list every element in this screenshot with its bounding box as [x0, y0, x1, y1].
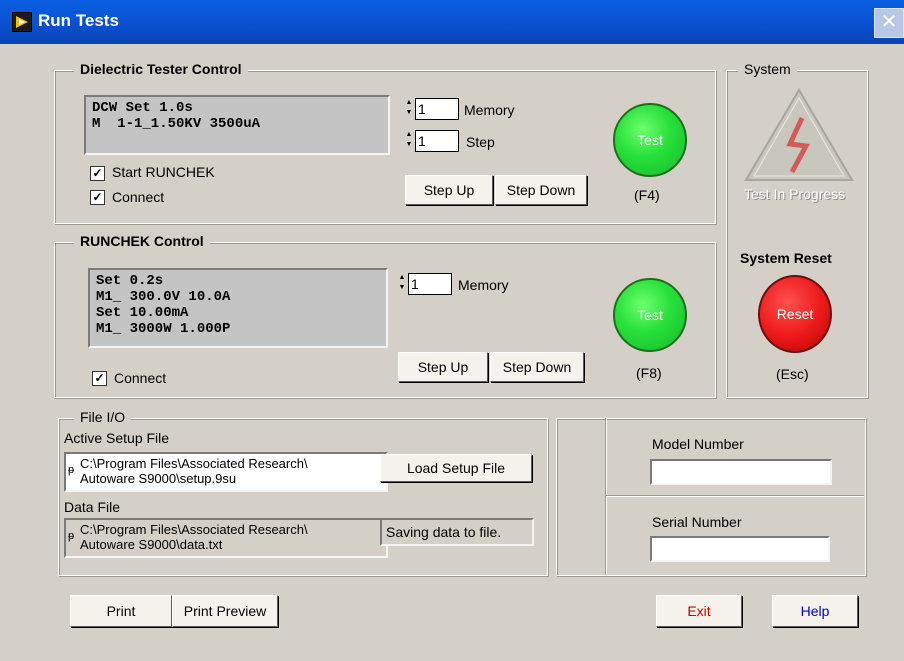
system-title: System [738, 61, 797, 77]
dielectric-display-line1: DCW Set 1.0s [92, 100, 193, 116]
runchek-test-button[interactable]: Test [613, 278, 687, 352]
system-reset-hotkey: (Esc) [776, 366, 809, 382]
run-tests-window: Run Tests ✕ Dielectric Tester Control DC… [0, 0, 904, 661]
system-reset-button[interactable]: Reset [758, 275, 832, 353]
data-file-field: ᵽ C:\Program Files\Associated Research\ … [64, 518, 388, 558]
setup-path-line1: C:\Program Files\Associated Research\ [80, 456, 308, 471]
model-number-label: Model Number [652, 436, 744, 452]
data-file-label: Data File [64, 499, 121, 515]
test-in-progress-label: Test In Progress [744, 186, 846, 202]
serial-number-label: Serial Number [652, 514, 742, 530]
dielectric-memory-spinner[interactable]: ▲ ▼ 1 [405, 98, 459, 120]
dielectric-step-down-button[interactable]: Step Down [495, 175, 587, 205]
setup-path-line2: Autoware S9000\setup.9su [80, 471, 237, 486]
runchek-display-line1: Set 0.2s [96, 273, 164, 289]
model-serial-divider-h [606, 496, 864, 497]
print-preview-button[interactable]: Print Preview [172, 595, 278, 627]
file-io-title: File I/O [74, 409, 132, 425]
runchek-display-line4: M1_ 3000W 1.000P [96, 321, 231, 337]
data-path-line2: Autoware S9000\data.txt [80, 537, 223, 552]
load-setup-file-button[interactable]: Load Setup File [380, 454, 532, 482]
runchek-memory-label: Memory [458, 277, 509, 293]
dielectric-test-hotkey: (F4) [634, 187, 660, 203]
dielectric-step-input[interactable]: 1 [415, 130, 459, 152]
runchek-title: RUNCHEK Control [74, 233, 210, 249]
runchek-step-up-button[interactable]: Step Up [398, 352, 488, 382]
dielectric-memory-label: Memory [464, 102, 515, 118]
serial-number-input[interactable] [650, 536, 830, 562]
spin-arrows-icon[interactable]: ▲ ▼ [398, 273, 406, 295]
path-icon: ᵽ [68, 464, 75, 476]
dielectric-step-spinner[interactable]: ▲ ▼ 1 [405, 130, 459, 152]
data-path-line1: C:\Program Files\Associated Research\ [80, 522, 308, 537]
app-icon [12, 12, 32, 32]
dielectric-memory-input[interactable]: 1 [415, 98, 459, 120]
runchek-connect-label: Connect [114, 370, 167, 386]
active-setup-file-field: ᵽ C:\Program Files\Associated Research\ … [64, 452, 388, 492]
system-reset-title: System Reset [740, 250, 832, 266]
path-icon: ᵽ [68, 530, 75, 542]
dielectric-step-up-button[interactable]: Step Up [405, 175, 493, 205]
dielectric-step-label: Step [466, 134, 495, 150]
start-runchek-label: Start RUNCHEK [112, 164, 215, 180]
runchek-display-line3: Set 10.00mA [96, 305, 189, 321]
dielectric-display-line2: M 1-1_1.50KV 3500uA [92, 116, 261, 132]
runchek-display: Set 0.2s M1_ 300.0V 10.0A Set 10.00mA M1… [88, 268, 388, 348]
model-number-input[interactable] [650, 459, 832, 485]
start-runchek-checkbox[interactable]: ✓ [90, 166, 105, 181]
exit-button[interactable]: Exit [656, 595, 742, 627]
dielectric-title: Dielectric Tester Control [74, 61, 248, 77]
dielectric-connect-label: Connect [112, 189, 165, 205]
runchek-connect-checkbox[interactable]: ✓ [92, 371, 107, 386]
close-icon[interactable]: ✕ [874, 8, 904, 38]
data-status-box: Saving data to file. [380, 518, 534, 546]
active-setup-file-label: Active Setup File [64, 430, 170, 446]
runchek-step-down-button[interactable]: Step Down [490, 352, 584, 382]
spin-arrows-icon[interactable]: ▲ ▼ [405, 130, 413, 152]
spin-arrows-icon[interactable]: ▲ ▼ [405, 98, 413, 120]
runchek-memory-input[interactable]: 1 [408, 273, 452, 295]
dielectric-connect-checkbox[interactable]: ✓ [90, 190, 105, 205]
warning-triangle-icon [744, 88, 854, 181]
dielectric-test-button[interactable]: Test [613, 103, 687, 177]
print-button[interactable]: Print [70, 595, 172, 627]
runchek-test-hotkey: (F8) [636, 365, 662, 381]
runchek-display-line2: M1_ 300.0V 10.0A [96, 289, 231, 305]
help-button[interactable]: Help [772, 595, 858, 627]
dielectric-display: DCW Set 1.0s M 1-1_1.50KV 3500uA [84, 95, 390, 155]
title-bar: Run Tests ✕ [0, 0, 904, 44]
window-title: Run Tests [38, 11, 119, 30]
runchek-memory-spinner[interactable]: ▲ ▼ 1 [398, 273, 452, 295]
